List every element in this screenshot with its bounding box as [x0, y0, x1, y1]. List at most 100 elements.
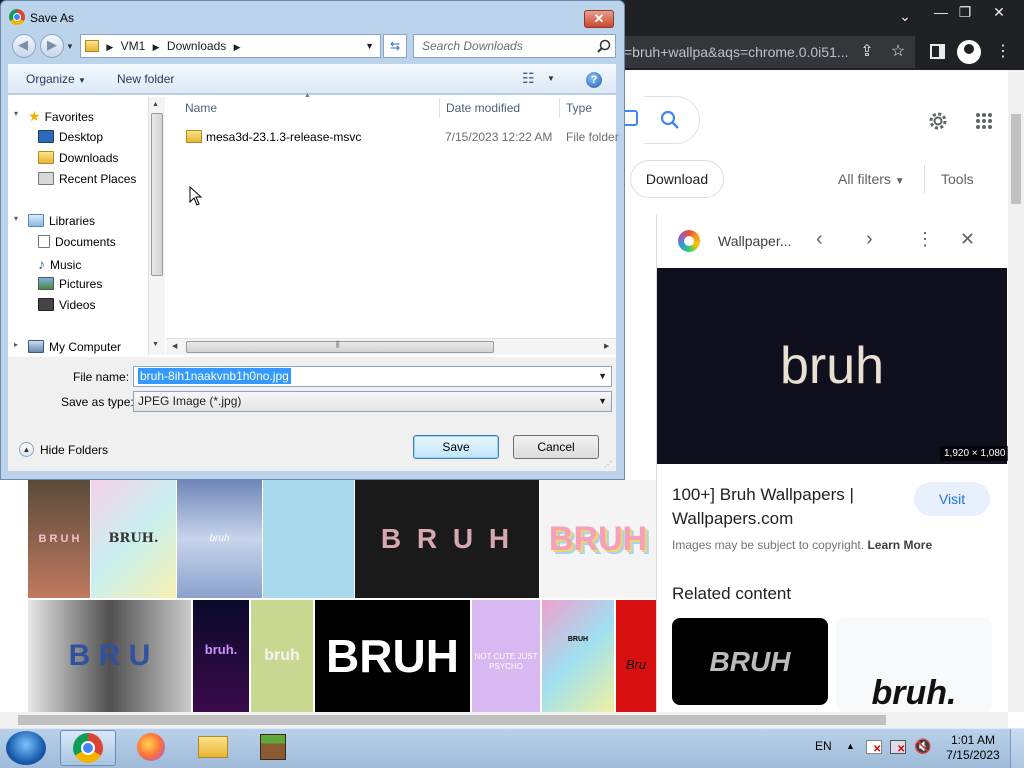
change-view-icon[interactable]: ☷: [522, 70, 535, 87]
address-dropdown-icon[interactable]: ▼: [365, 35, 374, 57]
dialog-search-icon[interactable]: [597, 39, 611, 53]
nav-pane-scrollbar[interactable]: ▲ ▼: [148, 97, 165, 355]
new-folder-button[interactable]: New folder: [117, 72, 174, 86]
related-thumbnail[interactable]: BRUH: [672, 618, 828, 705]
all-filters-button[interactable]: All filters ▼: [838, 171, 905, 187]
refresh-button[interactable]: ⇆: [383, 34, 407, 58]
start-button[interactable]: [6, 731, 46, 765]
expand-computer-icon[interactable]: ▸: [14, 340, 18, 349]
nav-documents[interactable]: Documents: [38, 235, 116, 249]
share-icon[interactable]: ⇪: [854, 39, 880, 65]
language-indicator[interactable]: EN: [815, 739, 832, 753]
file-name-input[interactable]: bruh-8ih1naakvnb1h0no.jpg ▼: [133, 366, 612, 387]
help-icon[interactable]: ?: [586, 72, 602, 88]
search-downloads-input[interactable]: Search Downloads: [413, 34, 616, 58]
chip-download[interactable]: Download: [630, 160, 724, 198]
recent-locations-icon[interactable]: ▼: [66, 42, 74, 51]
save-type-dropdown-icon[interactable]: ▼: [598, 392, 607, 411]
previous-image-icon[interactable]: ‹: [816, 228, 823, 251]
address-bar[interactable]: ▶ VM1 ▶ Downloads ▶ ▼: [80, 34, 381, 58]
hide-folders-arrow-icon[interactable]: ▲: [19, 442, 34, 457]
source-name[interactable]: Wallpaper...: [718, 233, 791, 249]
result-title[interactable]: 100+] Bruh Wallpapers | Wallpapers.com: [672, 483, 902, 531]
save-as-type-select[interactable]: JPEG Image (*.jpg) ▼: [133, 391, 612, 412]
image-thumbnail[interactable]: B R U: [28, 600, 191, 712]
breadcrumb-downloads[interactable]: Downloads: [167, 39, 226, 53]
system-clock[interactable]: 1:01 AM 7/15/2023: [940, 733, 1006, 763]
taskbar-minecraft[interactable]: [246, 730, 302, 766]
image-thumbnail[interactable]: BRUH: [315, 600, 470, 712]
taskbar-chrome[interactable]: [60, 730, 116, 766]
related-thumbnail-text: bruh.: [871, 674, 957, 712]
google-apps-icon[interactable]: [975, 112, 993, 130]
nav-videos[interactable]: Videos: [38, 298, 95, 312]
expand-libraries-icon[interactable]: ▾: [14, 214, 18, 223]
forward-button[interactable]: ▶: [40, 34, 64, 58]
profile-avatar[interactable]: [957, 40, 981, 64]
column-name[interactable]: Name: [185, 101, 217, 115]
taskbar-file-explorer[interactable]: [186, 730, 242, 766]
learn-more-link[interactable]: Learn More: [867, 538, 932, 552]
close-panel-icon[interactable]: ✕: [960, 229, 975, 250]
nav-desktop[interactable]: Desktop: [38, 130, 103, 144]
expand-favorites-icon[interactable]: ▾: [14, 109, 18, 118]
image-thumbnail[interactable]: NOT CUTE JUST PSYCHO: [472, 600, 540, 712]
nav-favorites[interactable]: ★ Favorites: [28, 108, 94, 125]
search-icon[interactable]: [660, 110, 680, 130]
nav-libraries[interactable]: Libraries: [28, 214, 95, 228]
show-desktop-button[interactable]: [1010, 729, 1024, 768]
column-type[interactable]: Type: [566, 101, 592, 115]
network-icon[interactable]: ✕: [890, 740, 906, 755]
action-center-icon[interactable]: ✕: [866, 740, 882, 755]
next-image-icon[interactable]: ›: [866, 228, 873, 251]
image-thumbnail[interactable]: BRUH: [540, 480, 656, 598]
side-panel-icon[interactable]: [930, 44, 945, 59]
tab-list-chevron[interactable]: ⌄: [890, 4, 920, 28]
more-options-icon[interactable]: ⋮: [916, 229, 934, 250]
image-thumbnail[interactable]: BRUH.: [91, 480, 176, 598]
settings-gear-icon[interactable]: [926, 109, 950, 133]
image-preview[interactable]: bruh: [657, 268, 1007, 464]
nav-pictures[interactable]: Pictures: [38, 277, 102, 291]
file-row[interactable]: mesa3d-23.1.3-release-msvc 7/15/2023 12:…: [180, 127, 619, 147]
nav-my-computer[interactable]: My Computer: [28, 340, 121, 354]
view-dropdown-icon[interactable]: ▼: [547, 74, 555, 83]
chrome-menu-icon[interactable]: ⋮: [990, 39, 1016, 65]
image-thumbnail[interactable]: Bru: [616, 600, 656, 712]
back-button[interactable]: ◀: [12, 34, 36, 58]
resize-grip-icon[interactable]: ⋰: [604, 460, 612, 469]
clock-time: 1:01 AM: [950, 733, 996, 747]
cancel-button[interactable]: Cancel: [513, 435, 599, 459]
column-divider: [559, 98, 560, 118]
bookmark-star-icon[interactable]: ☆: [885, 39, 911, 65]
libraries-label: Libraries: [49, 214, 96, 228]
related-thumbnail[interactable]: bruh.: [836, 618, 992, 712]
tools-button[interactable]: Tools: [941, 171, 974, 187]
visit-button[interactable]: Visit: [914, 482, 990, 516]
nav-downloads[interactable]: Downloads: [38, 151, 118, 165]
vertical-scrollbar[interactable]: [1008, 70, 1024, 712]
horizontal-scrollbar[interactable]: [0, 712, 1008, 728]
image-thumbnail[interactable]: bruh: [177, 480, 262, 598]
maximize-button[interactable]: ❐: [950, 0, 980, 24]
image-thumbnail[interactable]: bruh.: [193, 600, 249, 712]
image-thumbnail[interactable]: B R U H: [28, 480, 90, 598]
image-thumbnail[interactable]: [263, 480, 354, 598]
taskbar-firefox[interactable]: [124, 730, 180, 766]
breadcrumb-vm1[interactable]: VM1: [121, 39, 146, 53]
show-hidden-icons[interactable]: ▲: [846, 741, 855, 751]
dialog-close-button[interactable]: ✕: [584, 10, 614, 28]
file-pane-scrollbar[interactable]: ◀ ⫼ ▶: [166, 338, 616, 355]
file-name-dropdown-icon[interactable]: ▼: [598, 367, 607, 386]
hide-folders-button[interactable]: Hide Folders: [40, 443, 108, 457]
organize-button[interactable]: Organize ▼: [26, 72, 86, 86]
nav-music[interactable]: ♪ Music: [38, 256, 81, 272]
image-thumbnail[interactable]: B R U H: [355, 480, 539, 598]
nav-recent-places[interactable]: Recent Places: [38, 172, 136, 186]
volume-muted-icon[interactable]: 🔇: [914, 738, 931, 755]
save-button[interactable]: Save: [413, 435, 499, 459]
image-thumbnail[interactable]: BRUH: [542, 600, 614, 712]
image-thumbnail[interactable]: bruh: [251, 600, 313, 712]
close-window-button[interactable]: ✕: [984, 0, 1014, 24]
column-date-modified[interactable]: Date modified: [446, 101, 520, 115]
